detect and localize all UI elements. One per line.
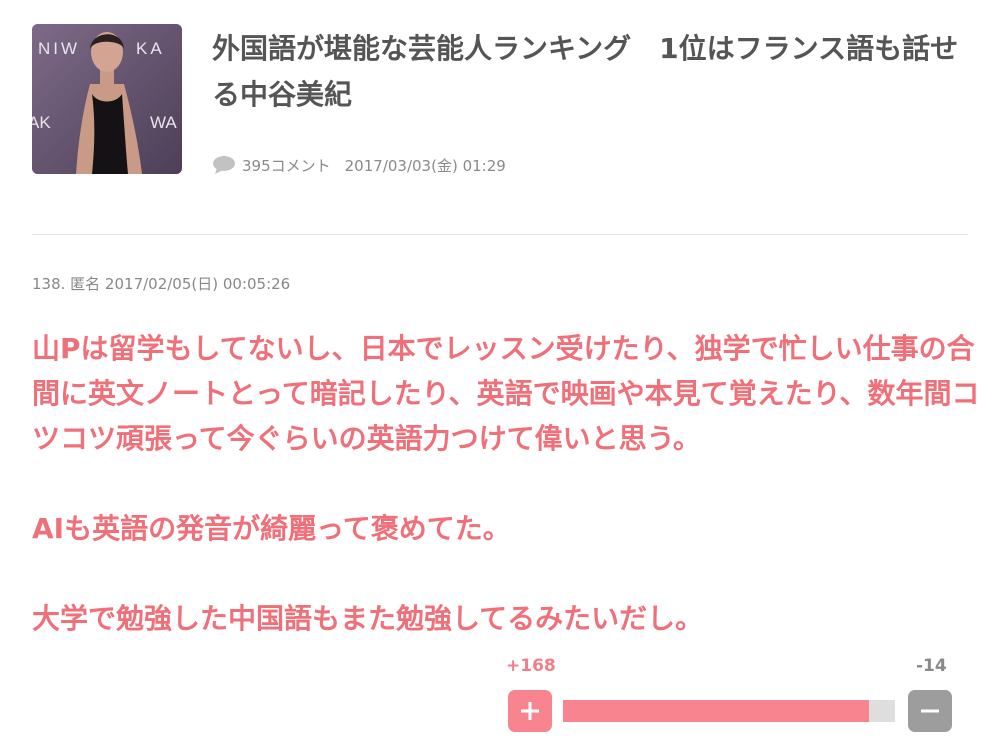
minus-icon xyxy=(921,709,939,713)
svg-text:WA: WA xyxy=(150,113,177,132)
article-title[interactable]: 外国語が堪能な芸能人ランキング 1位はフランス語も話せる中谷美紀 xyxy=(212,26,972,118)
comment-body: 山Pは留学もしてないし、日本でレッスン受けたり、独学で忙しい仕事の合間に英文ノー… xyxy=(32,326,982,641)
comment-header: 138. 匿名 2017/02/05(日) 00:05:26 xyxy=(32,275,291,293)
comment-paragraph: 山Pは留学もしてないし、日本でレッスン受けたり、独学で忙しい仕事の合間に英文ノー… xyxy=(32,332,980,455)
comment-paragraph: 大学で勉強した中国語もまた勉強してるみたいだし。 xyxy=(32,602,704,635)
divider xyxy=(32,234,968,235)
plus-vote-button[interactable] xyxy=(508,690,552,732)
comment-count[interactable]: 395コメント xyxy=(242,155,331,176)
svg-text:NIW: NIW xyxy=(38,39,80,58)
plus-vote-count: +168 xyxy=(506,656,556,676)
minus-vote-count: -14 xyxy=(916,656,947,676)
comment-paragraph: AIも英語の発音が綺麗って褒めてた。 xyxy=(32,512,511,545)
plus-icon xyxy=(521,702,539,720)
vote-ratio-bar xyxy=(563,700,895,722)
speech-bubble-icon xyxy=(213,156,235,174)
svg-text:KA: KA xyxy=(136,39,165,58)
article-photo: NIW KA AK WA xyxy=(32,24,182,174)
vote-ratio-fill xyxy=(563,700,870,722)
article-thumbnail[interactable]: NIW KA AK WA xyxy=(32,24,182,174)
article-meta: 395コメント 2017/03/03(金) 01:29 xyxy=(212,152,506,178)
minus-vote-button[interactable] xyxy=(908,690,952,732)
svg-text:AK: AK xyxy=(32,113,51,132)
article-date: 2017/03/03(金) 01:29 xyxy=(344,156,506,175)
